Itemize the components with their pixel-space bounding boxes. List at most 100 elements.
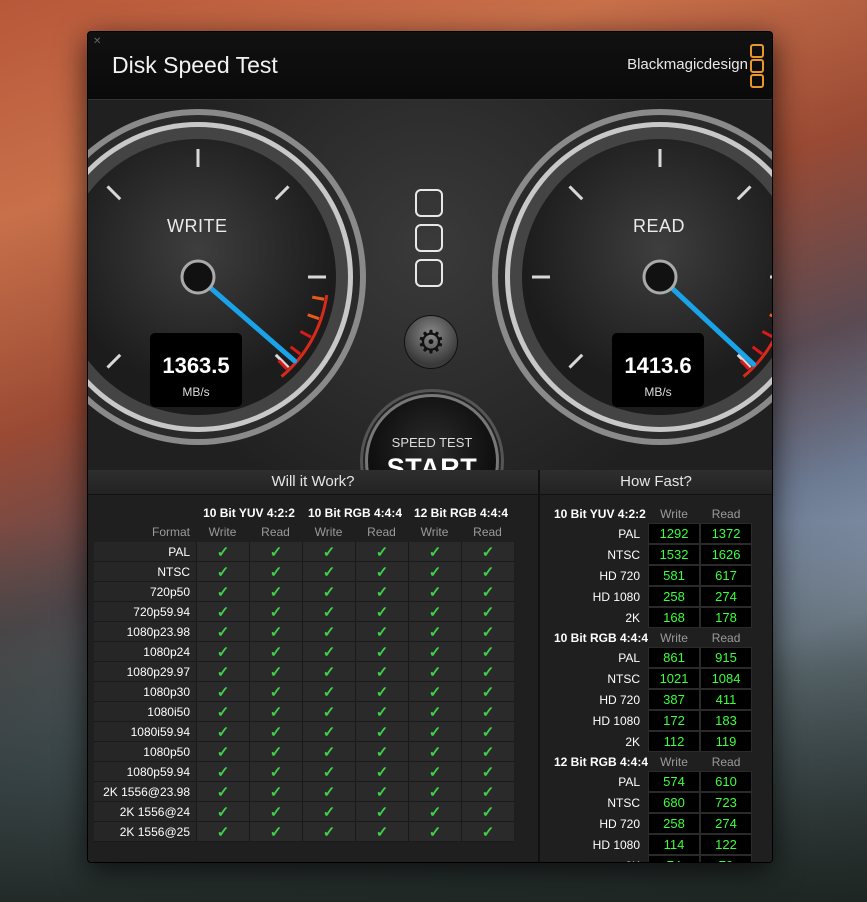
check-icon: ✓ (355, 622, 408, 642)
check-icon: ✓ (355, 762, 408, 782)
table-row: HD 1080 172 183 (554, 710, 753, 731)
read-value: 178 (700, 607, 753, 628)
format-cell: NTSC (607, 671, 641, 686)
format-cell: HD 1080 (592, 589, 641, 604)
format-cell: NTSC (607, 547, 641, 562)
check-icon: ✓ (408, 822, 461, 842)
check-icon: ✓ (408, 582, 461, 602)
redline-tick (311, 295, 325, 301)
check-icon: ✓ (249, 662, 302, 682)
table-row: 1080i59.94 ✓ ✓ ✓ ✓ ✓ ✓ (94, 722, 514, 742)
write-speed-unit: MB/s (182, 385, 210, 399)
check-icon: ✓ (355, 802, 408, 822)
check-icon: ✓ (461, 822, 514, 842)
format-col-spacer (94, 504, 196, 522)
write-col-header: Write (208, 525, 237, 539)
table-row: 1080p24 ✓ ✓ ✓ ✓ ✓ ✓ (94, 642, 514, 662)
read-readout: 1413.6 MB/s (612, 333, 704, 407)
check-icon: ✓ (355, 682, 408, 702)
read-label: READ (633, 216, 686, 236)
table-row: HD 720 387 411 (554, 689, 753, 710)
format-cell: HD 720 (599, 816, 641, 831)
check-icon: ✓ (249, 642, 302, 662)
format-cell: 1080i59.94 (94, 722, 196, 742)
check-icon: ✓ (249, 602, 302, 622)
check-icon: ✓ (355, 542, 408, 562)
check-icon: ✓ (302, 742, 355, 762)
check-icon: ✓ (408, 782, 461, 802)
format-cell: 1080p59.94 (94, 762, 196, 782)
check-icon: ✓ (249, 742, 302, 762)
table-row: NTSC ✓ ✓ ✓ ✓ ✓ ✓ (94, 562, 514, 582)
read-value: 183 (700, 710, 753, 731)
gauge-area: WRITE 1363.5 MB/s READ 1413.6 MB/s ⚙ SPE… (88, 100, 772, 528)
check-icon: ✓ (408, 662, 461, 682)
check-icon: ✓ (196, 762, 249, 782)
check-icon: ✓ (302, 602, 355, 622)
format-cell: HD 1080 (592, 837, 641, 852)
write-col-header: Write (420, 525, 449, 539)
group-name: 10 Bit YUV 4:2:2 (554, 506, 646, 521)
table-row: 720p59.94 ✓ ✓ ✓ ✓ ✓ ✓ (94, 602, 514, 622)
format-cell: 2K (625, 610, 641, 625)
settings-gear-button[interactable]: ⚙ (404, 315, 458, 369)
table-row: 2K 1556@24 ✓ ✓ ✓ ✓ ✓ ✓ (94, 802, 514, 822)
write-readout: 1363.5 MB/s (150, 333, 242, 407)
check-icon: ✓ (355, 602, 408, 622)
check-icon: ✓ (461, 702, 514, 722)
check-icon: ✓ (249, 722, 302, 742)
table-row: 2K7479 (554, 855, 753, 862)
format-cell: 2K 1556@24 (94, 802, 196, 822)
check-icon: ✓ (249, 762, 302, 782)
read-value: 723 (700, 792, 753, 813)
write-col-header: Write (660, 630, 688, 645)
check-icon: ✓ (196, 562, 249, 582)
write-value: 168 (648, 607, 701, 628)
check-icon: ✓ (461, 802, 514, 822)
table-row: NTSC 1021 1084 (554, 668, 753, 689)
check-icon: ✓ (461, 682, 514, 702)
check-icon: ✓ (302, 662, 355, 682)
check-icon: ✓ (461, 622, 514, 642)
center-logo-icon (415, 189, 443, 294)
format-cell: 2K (625, 734, 641, 749)
check-icon: ✓ (355, 782, 408, 802)
check-icon: ✓ (302, 782, 355, 802)
check-icon: ✓ (196, 722, 249, 742)
check-icon: ✓ (249, 802, 302, 822)
read-value: 79 (700, 855, 753, 862)
check-icon: ✓ (302, 802, 355, 822)
check-icon: ✓ (408, 802, 461, 822)
check-icon: ✓ (302, 822, 355, 842)
table-row: 1080i50 ✓ ✓ ✓ ✓ ✓ ✓ (94, 702, 514, 722)
close-icon[interactable]: ✕ (93, 37, 103, 47)
table-row: PAL 574 610 (554, 771, 753, 792)
check-icon: ✓ (355, 642, 408, 662)
format-cell: NTSC (94, 562, 196, 582)
check-icon: ✓ (355, 722, 408, 742)
check-icon: ✓ (355, 822, 408, 842)
write-col-header: Write (660, 754, 688, 769)
check-icon: ✓ (302, 562, 355, 582)
check-icon: ✓ (302, 762, 355, 782)
write-value: 258 (648, 586, 701, 607)
check-icon: ✓ (355, 742, 408, 762)
format-cell: 1080p23.98 (94, 622, 196, 642)
check-icon: ✓ (302, 542, 355, 562)
check-icon: ✓ (461, 642, 514, 662)
group-header: 10 Bit RGB 4:4:4 (307, 506, 403, 520)
write-value: 112 (648, 731, 701, 752)
write-col-header: Write (660, 506, 688, 521)
format-cell: HD 720 (599, 692, 641, 707)
format-cell: PAL (94, 542, 196, 562)
check-icon: ✓ (461, 722, 514, 742)
check-icon: ✓ (355, 562, 408, 582)
check-icon: ✓ (408, 682, 461, 702)
write-speed-value: 1363.5 (162, 353, 230, 378)
check-icon: ✓ (408, 762, 461, 782)
read-col-header: Read (711, 506, 741, 521)
table-row: NTSC 680 723 (554, 792, 753, 813)
check-icon: ✓ (249, 782, 302, 802)
format-cell: 1080i50 (94, 702, 196, 722)
check-icon: ✓ (302, 642, 355, 662)
